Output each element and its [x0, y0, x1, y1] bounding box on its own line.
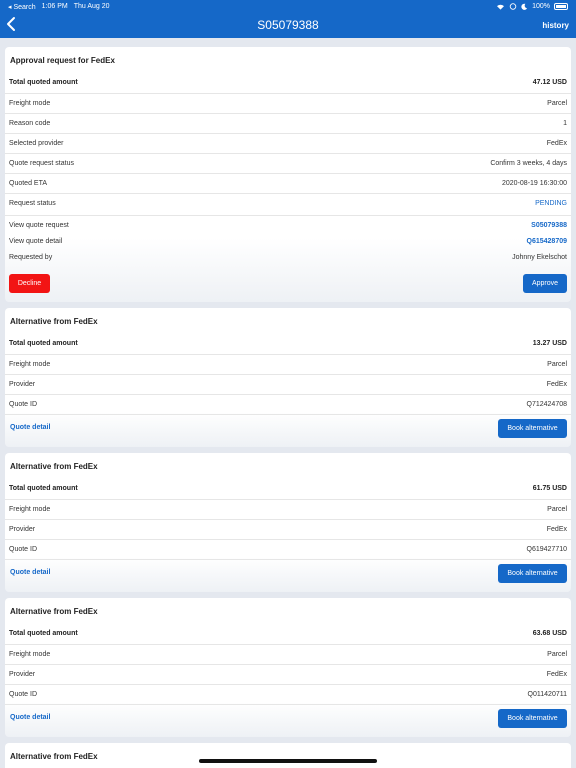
- row-value: 47.12 USD: [532, 79, 567, 86]
- lock-rotation-icon: [509, 3, 517, 10]
- card-title: Alternative from FedEx: [10, 317, 98, 326]
- status-date: Thu Aug 20: [73, 3, 110, 10]
- row-value: FedEx: [546, 140, 567, 147]
- row-value: 2020-08-19 16:30:00: [502, 180, 567, 187]
- freight-mode-row: Freight mode Parcel: [5, 354, 571, 374]
- row-value: 61.75 USD: [532, 485, 567, 492]
- page-title: S05079388: [257, 18, 319, 32]
- quote-detail-link[interactable]: Q615428709: [527, 238, 567, 245]
- provider-row: Provider FedEx: [5, 664, 571, 684]
- alternative-card: Alternative from FedEx: [5, 743, 571, 768]
- row-value: FedEx: [546, 671, 567, 678]
- home-indicator[interactable]: [199, 759, 377, 763]
- row-value: FedEx: [546, 381, 567, 388]
- row-label: Total quoted amount: [9, 485, 78, 492]
- row-label: Reason code: [9, 120, 51, 127]
- requested-by-row: Requested by Johnny Ekelschot: [5, 248, 571, 268]
- row-label: Quote ID: [9, 546, 38, 553]
- row-label: Quote ID: [9, 401, 38, 408]
- quote-detail-link[interactable]: Quote detail: [10, 424, 50, 431]
- row-value: 63.68 USD: [532, 630, 567, 637]
- decline-button[interactable]: Decline: [9, 274, 50, 293]
- card-title: Approval request for FedEx: [10, 56, 115, 65]
- status-badge: PENDING: [535, 200, 567, 207]
- row-label: Quote request status: [9, 160, 74, 167]
- total-amount-row: Total quoted amount 63.68 USD: [5, 624, 571, 644]
- approval-card: Approval request for FedEx Total quoted …: [5, 47, 571, 302]
- provider-row: Provider FedEx: [5, 374, 571, 394]
- quote-request-status-row: Quote request status Confirm 3 weeks, 4 …: [5, 153, 571, 173]
- row-label: Quoted ETA: [9, 180, 48, 187]
- battery-percent: 100%: [532, 3, 550, 10]
- alternative-card: Alternative from FedEx Total quoted amou…: [5, 598, 571, 737]
- navigation-bar: ◂ Search 1:06 PM Thu Aug 20 100% S050793…: [0, 0, 576, 38]
- row-label: Provider: [9, 671, 36, 678]
- card-title: Alternative from FedEx: [10, 752, 98, 761]
- row-value: 13.27 USD: [532, 340, 567, 347]
- approve-button[interactable]: Approve: [523, 274, 567, 293]
- quote-id-row: Quote ID Q619427710: [5, 539, 571, 559]
- total-amount-row: Total quoted amount 47.12 USD: [5, 73, 571, 93]
- row-label: Total quoted amount: [9, 340, 78, 347]
- row-label: Requested by: [9, 254, 53, 261]
- row-label: View quote request: [9, 222, 69, 229]
- quoted-eta-row: Quoted ETA 2020-08-19 16:30:00: [5, 173, 571, 193]
- row-label: Total quoted amount: [9, 630, 78, 637]
- row-value: Parcel: [547, 361, 567, 368]
- row-value: Q619427710: [526, 546, 567, 553]
- row-value: Parcel: [547, 100, 567, 107]
- card-title: Alternative from FedEx: [10, 462, 98, 471]
- row-label: Request status: [9, 200, 56, 207]
- battery-icon: [554, 3, 568, 10]
- book-alternative-button[interactable]: Book alternative: [498, 419, 567, 438]
- quote-id-row: Quote ID Q011420711: [5, 684, 571, 704]
- divider: [5, 704, 571, 705]
- freight-mode-row: Freight mode Parcel: [5, 93, 571, 113]
- book-alternative-button[interactable]: Book alternative: [498, 709, 567, 728]
- card-title: Alternative from FedEx: [10, 607, 98, 616]
- selected-provider-row: Selected provider FedEx: [5, 133, 571, 153]
- row-label: View quote detail: [9, 238, 63, 245]
- row-label: Freight mode: [9, 361, 51, 368]
- back-to-app-link[interactable]: ◂ Search: [8, 3, 36, 11]
- history-button[interactable]: history: [542, 21, 569, 30]
- row-value: Q011420711: [527, 691, 567, 698]
- row-label: Selected provider: [9, 140, 64, 147]
- quote-id-row: Quote ID Q712424708: [5, 394, 571, 414]
- alternative-card: Alternative from FedEx Total quoted amou…: [5, 308, 571, 447]
- row-value: Johnny Ekelschot: [512, 254, 567, 261]
- book-alternative-button[interactable]: Book alternative: [498, 564, 567, 583]
- reason-code-row: Reason code 1: [5, 113, 571, 133]
- request-status-row: Request status PENDING: [5, 193, 571, 213]
- row-value: Confirm 3 weeks, 4 days: [490, 160, 567, 167]
- row-label: Total quoted amount: [9, 79, 78, 86]
- row-value: 1: [563, 120, 567, 127]
- row-label: Freight mode: [9, 506, 51, 513]
- row-value: Parcel: [547, 506, 567, 513]
- row-value: Q712424708: [526, 401, 567, 408]
- quote-detail-link[interactable]: Quote detail: [10, 714, 50, 721]
- freight-mode-row: Freight mode Parcel: [5, 644, 571, 664]
- moon-icon: [521, 3, 528, 10]
- row-label: Quote ID: [9, 691, 38, 698]
- quote-detail-link[interactable]: Quote detail: [10, 569, 50, 576]
- status-time: 1:06 PM: [41, 3, 68, 10]
- row-value: Parcel: [547, 651, 567, 658]
- row-label: Provider: [9, 381, 36, 388]
- quote-request-link[interactable]: S05079388: [531, 222, 567, 229]
- provider-row: Provider FedEx: [5, 519, 571, 539]
- row-value: FedEx: [546, 526, 567, 533]
- freight-mode-row: Freight mode Parcel: [5, 499, 571, 519]
- total-amount-row: Total quoted amount 13.27 USD: [5, 334, 571, 354]
- divider: [5, 414, 571, 415]
- row-label: Freight mode: [9, 651, 51, 658]
- status-bar: ◂ Search 1:06 PM Thu Aug 20 100%: [0, 0, 576, 13]
- divider: [5, 559, 571, 560]
- alternative-card: Alternative from FedEx Total quoted amou…: [5, 453, 571, 592]
- wifi-icon: [497, 4, 505, 10]
- row-label: Provider: [9, 526, 36, 533]
- total-amount-row: Total quoted amount 61.75 USD: [5, 479, 571, 499]
- row-label: Freight mode: [9, 100, 51, 107]
